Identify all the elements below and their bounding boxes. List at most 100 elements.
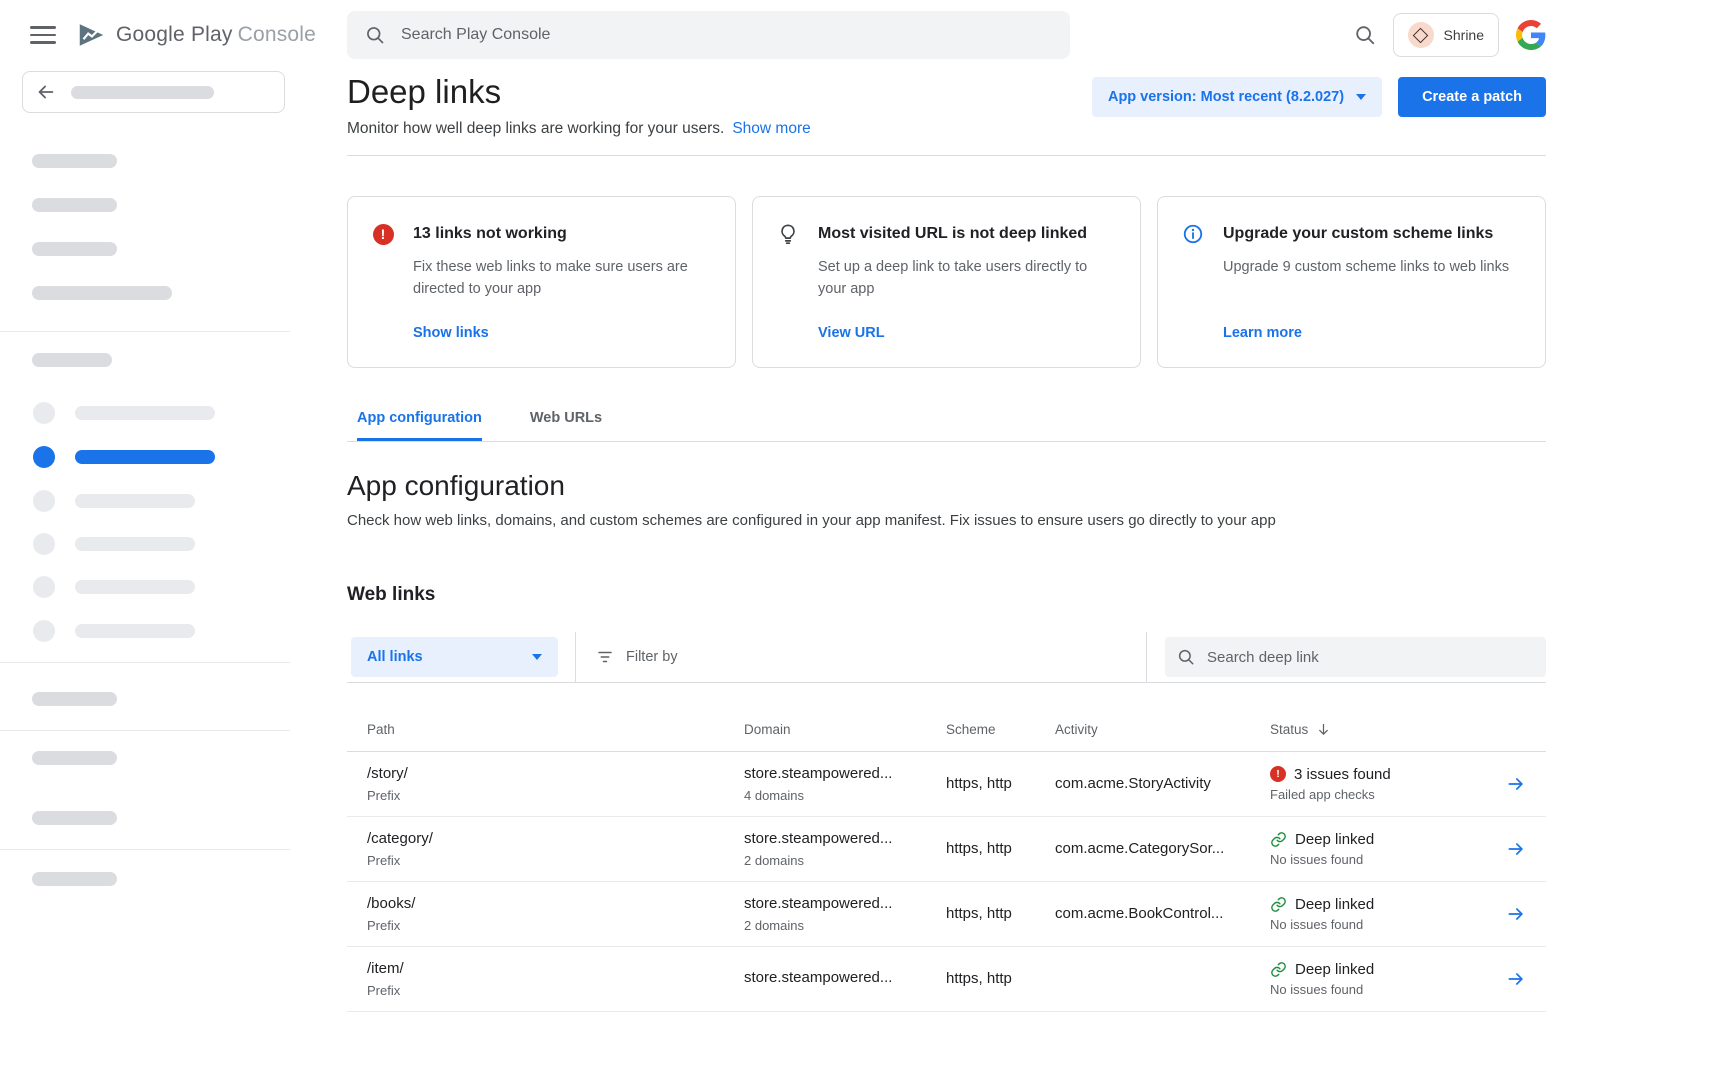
status-detail: No issues found <box>1270 981 1506 998</box>
search-icon <box>1177 648 1195 666</box>
play-console-logo: Google PlayConsole <box>76 20 316 50</box>
chevron-down-icon <box>1356 94 1366 100</box>
card-title: Most visited URL is not deep linked <box>818 223 1087 245</box>
sidebar-nav-item <box>33 576 290 598</box>
skeleton-circle <box>33 533 55 555</box>
row-detail-arrow[interactable] <box>1506 904 1546 924</box>
logo-text-secondary: Console <box>238 23 316 46</box>
topbar-search-button[interactable] <box>1354 24 1376 46</box>
card-most-visited-url: Most visited URL is not deep linked Set … <box>752 196 1141 368</box>
skeleton-bar <box>71 86 214 99</box>
sidebar-nav-item <box>33 533 290 555</box>
skeleton-bar <box>75 537 195 551</box>
table-row: /category/ Prefix store.steampowered... … <box>347 817 1546 882</box>
console-search-bar[interactable] <box>347 11 1070 59</box>
path-value: /category/ <box>367 829 744 849</box>
lightbulb-icon <box>777 223 799 245</box>
table-header-row: Path Domain Scheme Activity Status <box>347 683 1546 752</box>
tab-bar: App configuration Web URLs <box>347 410 1546 442</box>
skeleton-bar <box>75 580 195 594</box>
card-title: Upgrade your custom scheme links <box>1223 223 1493 245</box>
section-description: Check how web links, domains, and custom… <box>347 510 1546 532</box>
skeleton-bar <box>75 624 195 638</box>
web-links-table: Path Domain Scheme Activity Status /stor… <box>347 683 1546 1012</box>
learn-more-link[interactable]: Learn more <box>1223 325 1521 341</box>
activity-value: com.acme.CategorySor... <box>1055 839 1270 859</box>
activity-value: com.acme.StoryActivity <box>1055 774 1270 794</box>
sidebar-nav-item <box>33 402 290 424</box>
active-item-bar <box>75 450 215 464</box>
logo-text-primary: Google Play <box>116 23 233 46</box>
row-detail-arrow[interactable] <box>1506 774 1546 794</box>
create-patch-button[interactable]: Create a patch <box>1398 77 1546 117</box>
play-console-screen: Google PlayConsole Shrine <box>0 0 1728 1080</box>
deep-link-search[interactable] <box>1165 637 1546 677</box>
show-more-link[interactable]: Show more <box>732 120 810 137</box>
scheme-value: https, http <box>946 904 1055 924</box>
column-header-status[interactable]: Status <box>1270 722 1506 737</box>
card-upgrade-schemes: Upgrade your custom scheme links Upgrade… <box>1157 196 1546 368</box>
play-console-logo-icon <box>76 20 106 50</box>
console-search-input[interactable] <box>399 25 1052 45</box>
section-title: App configuration <box>347 468 1546 504</box>
arrow-right-icon <box>1506 969 1526 989</box>
sidebar-nav-item-active[interactable] <box>33 446 290 468</box>
filter-icon <box>596 648 614 666</box>
skeleton-circle <box>33 490 55 512</box>
app-switcher-chip[interactable]: Shrine <box>1393 13 1499 57</box>
path-type: Prefix <box>367 982 744 999</box>
arrow-left-icon <box>35 81 57 103</box>
column-header-domain: Domain <box>744 722 946 737</box>
filter-by-button[interactable]: Filter by <box>596 648 678 666</box>
domain-count: 2 domains <box>744 917 946 934</box>
show-links-link[interactable]: Show links <box>413 325 711 341</box>
search-icon <box>1354 24 1376 46</box>
tab-app-configuration[interactable]: App configuration <box>357 410 482 441</box>
links-filter-dropdown[interactable]: All links <box>351 637 558 677</box>
skeleton-bar <box>32 692 117 706</box>
google-account-avatar[interactable] <box>1516 20 1546 50</box>
main-content: Deep links Monitor how well deep links a… <box>290 70 1728 1080</box>
sidebar-back-button[interactable] <box>22 71 285 113</box>
hamburger-menu-button[interactable] <box>30 25 56 45</box>
page-subtitle: Monitor how well deep links are working … <box>347 120 724 137</box>
page-title: Deep links <box>347 72 811 112</box>
sidebar-nav-item <box>33 490 290 512</box>
row-detail-arrow[interactable] <box>1506 839 1546 859</box>
tab-web-urls[interactable]: Web URLs <box>530 410 602 441</box>
path-type: Prefix <box>367 917 744 934</box>
domain-count: 4 domains <box>744 787 946 804</box>
view-url-link[interactable]: View URL <box>818 325 1116 341</box>
card-title: 13 links not working <box>413 223 567 245</box>
insight-cards: ! 13 links not working Fix these web lin… <box>347 196 1546 368</box>
app-version-dropdown[interactable]: App version: Most recent (8.2.027) <box>1092 77 1382 117</box>
deep-link-search-input[interactable] <box>1205 648 1534 667</box>
path-value: /item/ <box>367 959 744 979</box>
active-item-icon <box>33 446 55 468</box>
domain-value: store.steampowered... <box>744 968 946 988</box>
search-icon <box>365 25 385 45</box>
link-icon <box>1270 896 1287 913</box>
page-header: Deep links Monitor how well deep links a… <box>347 72 1546 140</box>
sidebar-nav-item <box>33 620 290 642</box>
link-icon <box>1270 961 1287 978</box>
header-divider <box>347 155 1546 156</box>
sidebar-divider <box>0 331 290 332</box>
arrow-right-icon <box>1506 904 1526 924</box>
status-badge: ! 3 issues found <box>1270 766 1506 783</box>
column-header-path: Path <box>367 722 744 737</box>
card-links-not-working: ! 13 links not working Fix these web lin… <box>347 196 736 368</box>
web-links-toolbar: All links Filter by <box>347 632 1546 683</box>
table-row: /books/ Prefix store.steampowered... 2 d… <box>347 882 1546 947</box>
skeleton-bar <box>75 406 215 420</box>
card-body: Fix these web links to make sure users a… <box>413 256 711 300</box>
row-detail-arrow[interactable] <box>1506 969 1546 989</box>
column-header-activity: Activity <box>1055 722 1270 737</box>
skeleton-bar <box>32 811 117 825</box>
path-value: /story/ <box>367 764 744 784</box>
sidebar <box>0 70 290 1080</box>
app-switcher-label: Shrine <box>1444 27 1484 43</box>
sidebar-divider <box>0 730 290 731</box>
status-badge: Deep linked <box>1270 831 1506 848</box>
skeleton-bar <box>32 198 117 212</box>
